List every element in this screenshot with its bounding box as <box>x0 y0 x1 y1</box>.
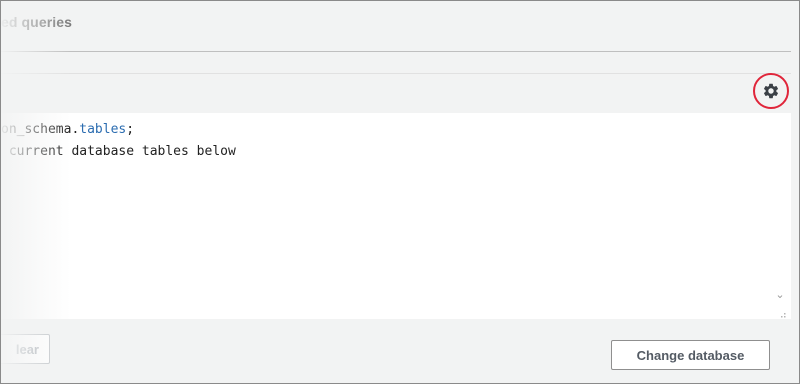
change-database-button[interactable]: Change database <box>611 340 770 370</box>
sql-editor[interactable]: on_schema.tables; current database table… <box>1 113 778 319</box>
code-keyword: tables <box>79 122 127 137</box>
editor-settings-button[interactable] <box>753 73 789 109</box>
clear-button[interactable]: lear <box>1 334 50 364</box>
sql-code: on_schema.tables; current database table… <box>1 119 236 163</box>
code-line-1: on_schema.tables; <box>1 122 135 137</box>
scroll-down-icon[interactable]: ⌄ <box>774 289 786 301</box>
gear-icon <box>763 83 779 99</box>
code-line-2: current database tables below <box>1 144 236 159</box>
tab-saved-queries[interactable]: ed queries <box>1 14 72 30</box>
editor-toolbar <box>1 73 791 114</box>
tab-bar: ed queries <box>1 1 791 52</box>
query-editor-panel: ed queries on_schema.tables; current dat… <box>0 0 800 384</box>
resize-grip-icon[interactable] <box>777 309 787 321</box>
